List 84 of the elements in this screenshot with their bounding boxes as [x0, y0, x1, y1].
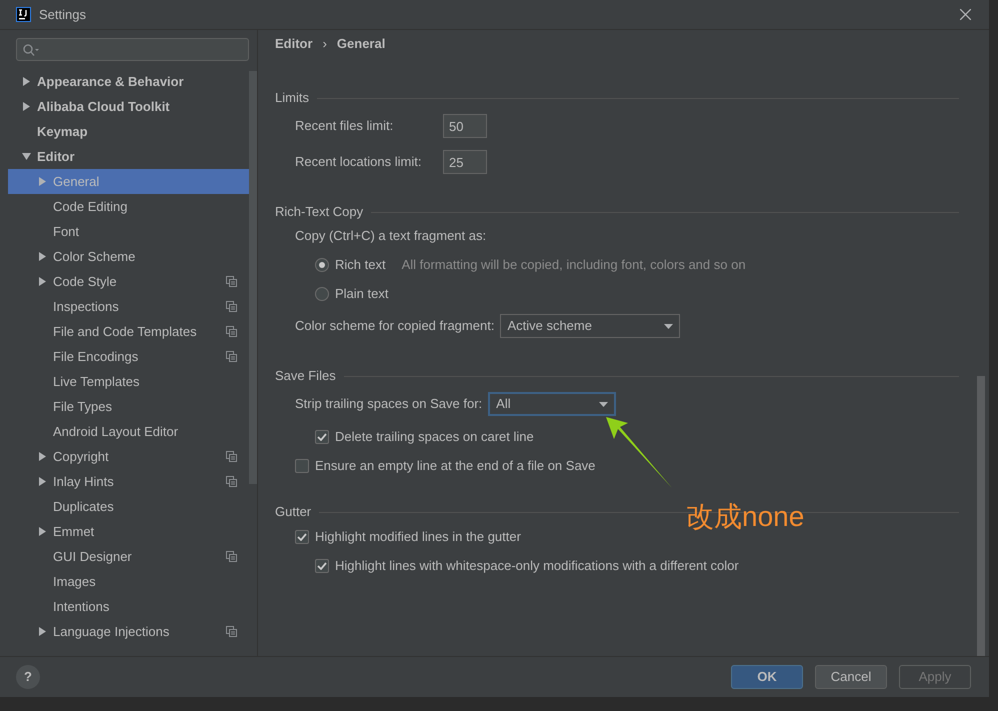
copy-icon: [226, 326, 237, 337]
dropdown[interactable]: All: [488, 392, 616, 416]
search-icon: [23, 44, 39, 56]
dropdown-arrow-icon: [664, 324, 674, 328]
tree-item[interactable]: File Encodings: [8, 344, 249, 369]
tree-item[interactable]: Emmet: [8, 519, 249, 544]
tree-item[interactable]: Alibaba Cloud Toolkit: [8, 94, 249, 119]
collapsed-arrow-icon[interactable]: [22, 77, 31, 86]
field-label: Strip trailing spaces on Save for:: [295, 395, 482, 414]
copy-icon: [226, 476, 237, 487]
dialog-button[interactable]: Cancel: [815, 665, 887, 689]
breadcrumb-item[interactable]: Editor: [275, 34, 313, 54]
radio-label[interactable]: Rich text: [335, 254, 386, 274]
checkbox[interactable]: [295, 458, 309, 472]
tree-item[interactable]: Live Templates: [8, 369, 249, 394]
expanded-arrow-icon[interactable]: [22, 152, 31, 161]
checkmark-icon: [317, 562, 327, 570]
tree-item[interactable]: GUI Designer: [8, 544, 249, 569]
close-icon[interactable]: [960, 9, 971, 20]
checkbox[interactable]: [315, 558, 329, 572]
tree-item[interactable]: Inlay Hints: [8, 469, 249, 494]
checkbox[interactable]: [315, 430, 329, 444]
collapsed-arrow-icon[interactable]: [38, 627, 47, 636]
section-title: Gutter: [275, 503, 312, 522]
copy-icon: [226, 301, 237, 312]
window-title: Settings: [39, 6, 87, 24]
breadcrumb-item[interactable]: General: [336, 34, 386, 54]
field-label: Copy (Ctrl+C) a text fragment as:: [295, 227, 486, 246]
copy-icon: [226, 351, 237, 362]
hint-text: All formatting will be copied, including font, colors and so on: [402, 256, 746, 274]
checkbox[interactable]: [295, 530, 309, 544]
checkbox-label[interactable]: Highlight modified lines in the gutter: [315, 526, 521, 546]
tree-item[interactable]: Duplicates: [8, 494, 249, 519]
radio-button[interactable]: [315, 258, 329, 272]
tree-item[interactable]: Android Layout Editor: [8, 419, 249, 444]
tree-item[interactable]: Language Injections: [8, 619, 249, 644]
tree-item[interactable]: Code Style: [8, 269, 249, 294]
collapsed-arrow-icon[interactable]: [38, 277, 47, 286]
tree-item[interactable]: Color Scheme: [8, 244, 249, 269]
number-field[interactable]: 50: [443, 114, 487, 138]
section-title: Limits: [275, 89, 309, 108]
tree-item[interactable]: Keymap: [8, 119, 249, 144]
collapsed-arrow-icon[interactable]: [38, 252, 47, 261]
checkmark-icon: [297, 532, 307, 540]
tree-item[interactable]: File Types: [8, 394, 249, 419]
checkmark-icon: [317, 432, 327, 440]
field-label: Recent files limit:: [295, 117, 394, 136]
annotation-text: 改成none: [686, 500, 804, 534]
tree-item[interactable]: Images: [8, 569, 249, 594]
field-label: Recent locations limit:: [295, 153, 422, 172]
checkbox-label[interactable]: Highlight lines with whitespace-only modifications with a different color: [335, 556, 739, 576]
scrollbar[interactable]: [977, 376, 985, 656]
tree-item[interactable]: Copyright: [8, 444, 249, 469]
breadcrumb-separator: ›: [322, 35, 327, 54]
radio-label[interactable]: Plain text: [335, 284, 388, 304]
tree-item[interactable]: Editor: [8, 144, 249, 169]
dropdown[interactable]: Active scheme: [500, 314, 680, 338]
section-title: Save Files: [275, 367, 336, 386]
section-title: Rich-Text Copy: [275, 203, 364, 222]
collapsed-arrow-icon[interactable]: [38, 527, 47, 536]
search-field[interactable]: [16, 38, 249, 61]
checkbox-label[interactable]: Delete trailing spaces on caret line: [335, 426, 534, 446]
collapsed-arrow-icon[interactable]: [38, 452, 47, 461]
copy-icon: [226, 276, 237, 287]
collapsed-arrow-icon[interactable]: [22, 102, 31, 111]
collapsed-arrow-icon[interactable]: [38, 477, 47, 486]
tree-item[interactable]: Inspections: [8, 294, 249, 319]
radio-button[interactable]: [315, 286, 329, 300]
app-logo-icon: [16, 7, 31, 22]
dropdown-arrow-icon: [599, 402, 608, 406]
number-field[interactable]: 25: [443, 150, 487, 174]
tree-item[interactable]: Font: [8, 219, 249, 244]
copy-icon: [226, 551, 237, 562]
checkbox-label[interactable]: Ensure an empty line at the end of a file on Save: [315, 456, 596, 476]
copy-icon: [226, 451, 237, 462]
help-button[interactable]: ?: [16, 665, 40, 689]
copy-icon: [226, 626, 237, 637]
dialog-button[interactable]: OK: [731, 665, 803, 689]
tree-item[interactable]: Code Editing: [8, 194, 249, 219]
field-label: Color scheme for copied fragment:: [295, 317, 494, 336]
tree-item[interactable]: Appearance & Behavior: [8, 69, 249, 94]
tree-item[interactable]: Intentions: [8, 594, 249, 619]
scrollbar[interactable]: [249, 71, 257, 484]
tree-item[interactable]: File and Code Templates: [8, 319, 249, 344]
